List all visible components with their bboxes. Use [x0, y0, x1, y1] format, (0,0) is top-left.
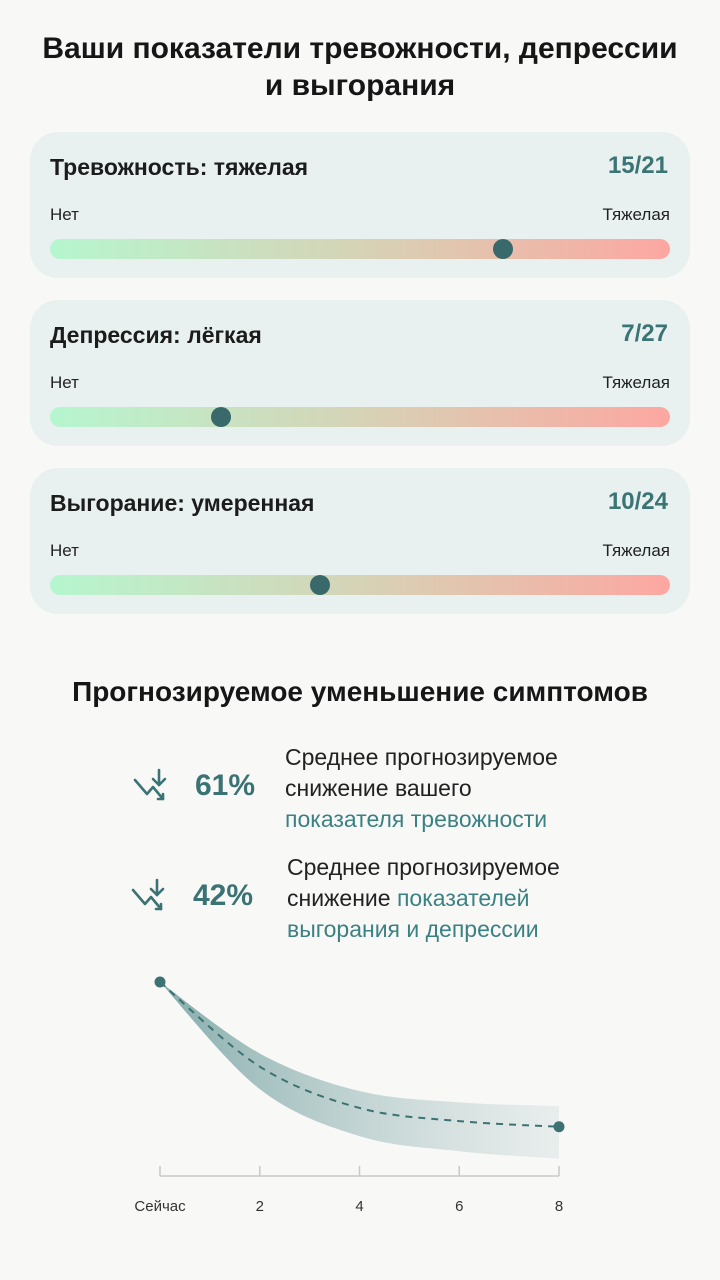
forecast-text-plain: снижение — [287, 885, 397, 911]
severity-scale-bar — [50, 407, 670, 427]
forecast-text-highlight: показателя тревожности — [285, 806, 548, 832]
severity-marker — [309, 575, 330, 595]
confidence-band — [160, 982, 559, 1159]
score-card-burnout: Выгорание: умеренная 10/24 Нет Тяжелая — [30, 468, 690, 614]
score-card-label: Выгорание: умеренная — [50, 490, 315, 516]
score-card-depression: Депрессия: лёгкая 7/27 Нет Тяжелая — [30, 300, 690, 446]
score-value: 15/21 — [607, 152, 668, 179]
forecast-text-highlight: показателей — [396, 885, 530, 911]
forecast-text-line: Среднее прогнозируемое — [285, 744, 558, 770]
x-axis-tick-label: 2 — [256, 1198, 264, 1215]
trend-down-icon — [131, 878, 165, 911]
projection-chart: Сейчас 2 4 6 8 — [134, 976, 565, 1215]
scale-max-label: Тяжелая — [602, 541, 670, 560]
forecast-text-line: Среднее прогнозируемое — [287, 854, 560, 880]
end-point — [553, 1121, 565, 1133]
x-axis-tick-label: 6 — [455, 1198, 463, 1215]
score-card-label: Депрессия: лёгкая — [50, 322, 262, 348]
severity-marker — [210, 407, 231, 427]
forecast-text-highlight: выгорания и депрессии — [287, 916, 539, 942]
scale-max-label: Тяжелая — [602, 373, 670, 392]
forecast-percent: 42% — [193, 879, 254, 912]
x-axis-tick-label: Сейчас — [134, 1198, 186, 1215]
x-axis-tick-label: 8 — [555, 1198, 563, 1215]
forecast-stat-burnout-depression: 42% Среднее прогнозируемое снижение пока… — [0, 852, 720, 952]
forecast-description: Среднее прогнозируемое снижение показате… — [287, 852, 560, 945]
severity-scale-bar — [50, 239, 670, 259]
start-point — [154, 976, 166, 988]
x-axis-tick-label: 4 — [355, 1198, 363, 1215]
forecast-description: Среднее прогнозируемое снижение вашего п… — [285, 742, 558, 835]
forecast-text-line: снижение вашего — [285, 775, 472, 801]
page-title: Ваши показатели тревожности, депрессии и… — [0, 30, 720, 104]
forecast-percent: 61% — [195, 769, 256, 802]
scale-max-label: Тяжелая — [602, 205, 670, 224]
forecast-title: Прогнозируемое уменьшение симптомов — [72, 676, 648, 707]
trend-down-icon — [133, 768, 167, 801]
scale-min-label: Нет — [50, 373, 79, 392]
score-value: 10/24 — [607, 488, 668, 515]
forecast-text-line: снижение показателей — [287, 883, 560, 914]
severity-marker — [492, 239, 513, 259]
x-axis: Сейчас 2 4 6 8 — [134, 1166, 563, 1215]
score-value: 7/27 — [621, 320, 668, 347]
score-card-label: Тревожность: тяжелая — [50, 154, 309, 180]
scale-min-label: Нет — [50, 541, 79, 560]
score-card-anxiety: Тревожность: тяжелая 15/21 Нет Тяжелая — [30, 132, 690, 278]
severity-scale-bar — [50, 575, 670, 595]
page-title-line2: и выгорания — [264, 69, 456, 102]
forecast-stat-anxiety: 61% Среднее прогнозируемое снижение ваше… — [0, 740, 720, 840]
page-title-line1: Ваши показатели тревожности, депрессии — [42, 32, 678, 65]
scale-min-label: Нет — [50, 205, 79, 224]
